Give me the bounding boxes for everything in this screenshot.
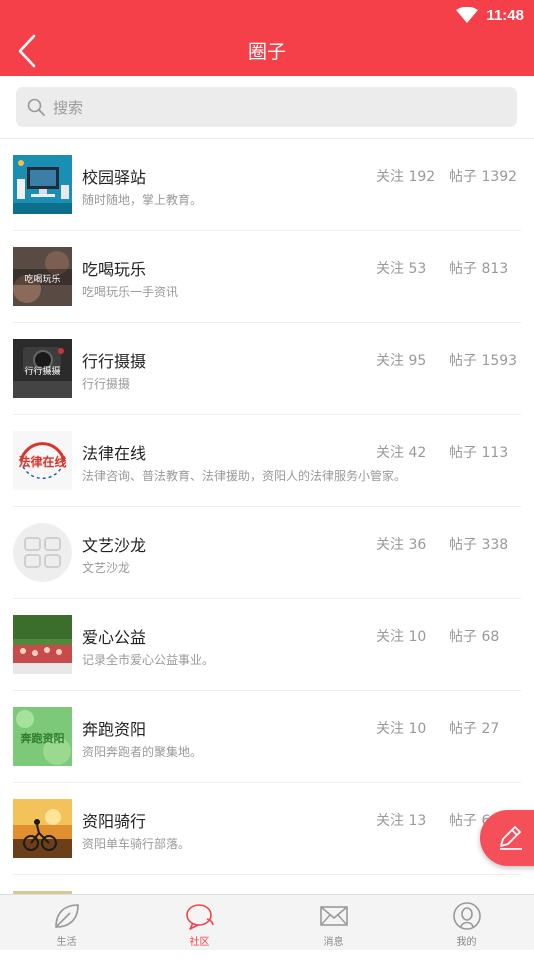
post-count: 帖子 813	[449, 261, 509, 277]
circle-thumbnail: 法律在线	[13, 431, 72, 490]
circle-name: 爱心公益	[82, 628, 147, 647]
circle-name: 奔跑资阳	[82, 720, 147, 739]
post-count: 帖子 113	[449, 445, 509, 461]
circle-name: 校园驿站	[82, 168, 147, 187]
circle-item[interactable]: 爱心公益 记录全市爱心公益事业。 关注 10 帖子 68	[0, 599, 534, 691]
follow-count: 关注 36	[376, 537, 427, 553]
envelope-icon	[320, 906, 348, 926]
status-time: 11:48	[486, 6, 524, 24]
search-icon	[27, 98, 45, 116]
circle-name: 文艺沙龙	[82, 536, 147, 555]
circle-name: 行行摄摄	[82, 352, 147, 371]
circle-thumbnail: 行行摄摄	[13, 339, 72, 398]
circle-name: 法律在线	[82, 444, 147, 463]
follow-count: 关注 13	[376, 813, 427, 829]
follow-count: 关注 10	[376, 629, 427, 645]
circle-item[interactable]: 吃喝玩乐 吃喝玩乐 吃喝玩乐一手资讯 关注 53 帖子 813	[0, 231, 534, 323]
tab-label: 生活	[56, 937, 77, 948]
tab-label: 社区	[189, 937, 210, 948]
circle-name: 吃喝玩乐	[82, 260, 147, 279]
circle-thumbnail	[13, 615, 72, 674]
follow-count: 关注 192	[376, 169, 436, 185]
wifi-icon	[456, 7, 479, 23]
user-icon	[453, 902, 481, 930]
circle-name: 资阳骑行	[82, 812, 147, 831]
tab-community[interactable]: 社区	[133, 895, 266, 950]
circle-description: 法律咨询、普法教育、法律援助，资阳人的法律服务小管家。	[82, 469, 407, 483]
leaf-icon	[55, 904, 79, 928]
thumbnail-caption: 法律在线	[18, 455, 67, 469]
circle-description: 记录全市爱心公益事业。	[82, 653, 215, 667]
post-count: 帖子 338	[449, 537, 509, 553]
circle-thumbnail: 奔跑资阳	[13, 707, 72, 766]
circle-description: 资阳单车骑行部落。	[82, 837, 191, 851]
circle-thumbnail	[13, 155, 72, 214]
status-bar: 11:48	[456, 5, 524, 25]
tab-label: 消息	[323, 937, 344, 948]
circle-thumbnail	[13, 799, 72, 858]
circle-description: 文艺沙龙	[82, 561, 131, 575]
page-title: 圈子	[247, 41, 286, 63]
circle-item[interactable]: 文艺沙龙 文艺沙龙 关注 36 帖子 338	[0, 507, 534, 599]
search-input[interactable]: 搜索	[16, 87, 517, 127]
tab-label: 我的	[456, 937, 477, 948]
post-count: 帖子 68	[449, 629, 500, 645]
thumbnail-caption: 行行摄摄	[24, 367, 61, 377]
circle-description: 吃喝玩乐一手资讯	[82, 285, 179, 299]
app-header: 11:48 圈子	[0, 0, 534, 76]
circle-description: 行行摄摄	[82, 377, 131, 391]
search-placeholder: 搜索	[53, 98, 84, 117]
bottom-tab-bar: 生活 社区 消息 我的	[0, 894, 534, 950]
search-section: 搜索	[0, 76, 534, 139]
circle-description: 资阳奔跑者的聚集地。	[82, 745, 203, 759]
tab-me[interactable]: 我的	[400, 895, 533, 950]
circle-item[interactable]: 资阳骑行 资阳单车骑行部落。 关注 13 帖子 6	[0, 783, 534, 875]
edit-pencil-icon	[500, 826, 522, 850]
follow-count: 关注 53	[376, 261, 427, 277]
chat-bubble-icon	[186, 904, 214, 930]
circle-item[interactable]: 奔跑资阳 奔跑资阳 资阳奔跑者的聚集地。 关注 10 帖子 27	[0, 691, 534, 783]
tab-life[interactable]: 生活	[0, 895, 133, 950]
follow-count: 关注 95	[376, 353, 427, 369]
circle-item[interactable]: 校园驿站 随时随地，掌上教育。 关注 192 帖子 1392	[0, 139, 534, 231]
tab-messages[interactable]: 消息	[267, 895, 400, 950]
circle-item[interactable]: 行行摄摄 行行摄摄 行行摄摄 关注 95 帖子 1593	[0, 323, 534, 415]
post-count: 帖子 27	[449, 721, 500, 737]
follow-count: 关注 10	[376, 721, 427, 737]
thumbnail-caption: 奔跑资阳	[20, 732, 65, 745]
follow-count: 关注 42	[376, 445, 427, 461]
post-count: 帖子 1593	[449, 353, 518, 369]
circle-description: 随时随地，掌上教育。	[82, 193, 203, 207]
circle-list: 校园驿站 随时随地，掌上教育。 关注 192 帖子 1392 吃喝玩乐 吃喝玩乐…	[0, 139, 534, 967]
placeholder-grid-icon	[13, 523, 72, 582]
thumbnail-caption: 吃喝玩乐	[24, 275, 61, 285]
circle-thumbnail	[13, 523, 72, 582]
circle-item[interactable]: 法律在线 法律在线 法律咨询、普法教育、法律援助，资阳人的法律服务小管家。 关注…	[0, 415, 534, 507]
post-count: 帖子 1392	[449, 169, 518, 185]
create-post-button[interactable]	[480, 810, 534, 866]
circle-thumbnail: 吃喝玩乐	[13, 247, 72, 306]
